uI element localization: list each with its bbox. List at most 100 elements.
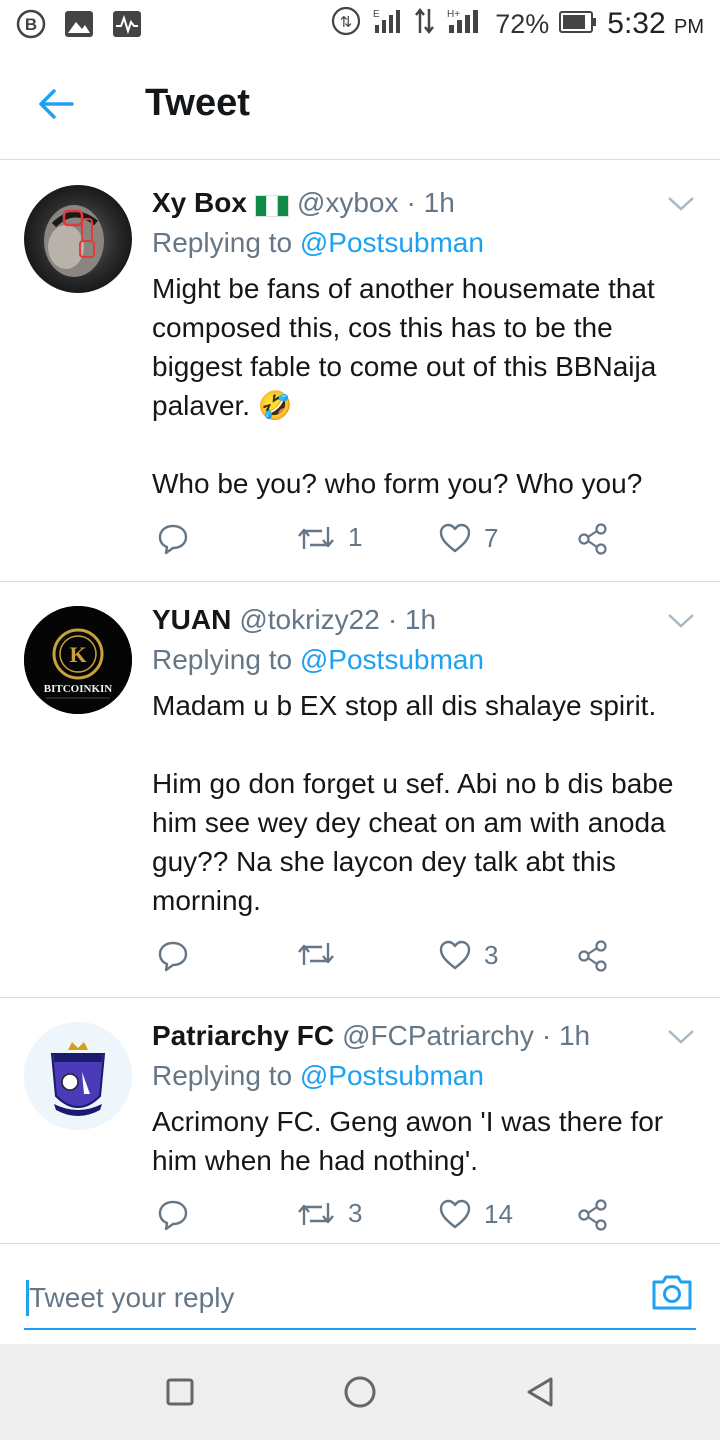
tweet-actions: 3: [152, 939, 622, 979]
arrow-left-icon: [39, 88, 74, 119]
retweet-button[interactable]: [296, 939, 348, 969]
replying-prefix: Replying to: [152, 644, 293, 675]
tweet-time: · 1h: [406, 187, 455, 218]
retweet-button[interactable]: 3: [296, 1198, 362, 1229]
reply-input[interactable]: Tweet your reply: [24, 1268, 696, 1330]
b-circle-icon: B: [16, 9, 46, 39]
share-icon: [578, 523, 607, 555]
top-app-bar: Tweet: [0, 48, 720, 160]
display-name[interactable]: YUAN: [152, 604, 231, 636]
tweet-actions: 3 14: [152, 1198, 622, 1238]
square-icon: [166, 1378, 194, 1406]
circle-icon: [344, 1376, 376, 1408]
replying-to: Replying to @Postsubman: [152, 644, 484, 676]
page-title: Tweet: [145, 82, 250, 124]
home-button[interactable]: [340, 1372, 380, 1412]
image-icon: [64, 9, 94, 39]
signal-e-icon: E: [371, 7, 405, 42]
replying-prefix: Replying to: [152, 227, 293, 258]
retweet-icon: [298, 526, 334, 549]
share-icon: [578, 940, 607, 972]
avatar[interactable]: K BITCOINKIN: [24, 606, 132, 714]
clock-time: 5:32: [607, 7, 666, 40]
signal-h-icon: H+: [445, 7, 485, 42]
retweet-button[interactable]: 1: [296, 522, 362, 553]
like-count: 14: [484, 1198, 513, 1229]
heart-icon: [439, 1199, 471, 1229]
battery-percent: 72%: [495, 8, 550, 39]
tweet-paragraph: Madam u b EX stop all dis shalaye spirit…: [152, 690, 657, 721]
mention-link[interactable]: @Postsubman: [300, 644, 484, 675]
like-button[interactable]: 3: [438, 939, 498, 971]
chevron-down-icon[interactable]: [666, 1027, 696, 1047]
tweet-item[interactable]: Xy Box @xybox · 1h Replying to @Postsubm…: [0, 161, 720, 582]
reply-button[interactable]: [156, 1198, 190, 1232]
tweet-header: Patriarchy FC @FCPatriarchy · 1h: [152, 1020, 700, 1052]
avatar[interactable]: [24, 1022, 132, 1130]
replying-prefix: Replying to: [152, 1060, 293, 1091]
display-name[interactable]: Patriarchy FC: [152, 1020, 334, 1052]
comment-icon: [158, 941, 188, 972]
replying-to: Replying to @Postsubman: [152, 1060, 484, 1092]
heart-icon: [439, 523, 471, 553]
tweet-item[interactable]: K BITCOINKIN YUAN @tokrizy22 · 1h Replyi…: [0, 582, 720, 998]
share-button[interactable]: [576, 1198, 610, 1232]
share-button[interactable]: [576, 939, 610, 973]
comment-icon: [158, 1200, 188, 1231]
retweet-count: 1: [348, 522, 363, 552]
camera-button[interactable]: [650, 1272, 694, 1312]
share-button[interactable]: [576, 522, 610, 556]
reply-button[interactable]: [156, 522, 190, 556]
back-nav-button[interactable]: [520, 1372, 560, 1412]
pulse-icon: [112, 9, 142, 39]
like-count: 3: [484, 939, 499, 970]
reply-composer: Tweet your reply: [0, 1246, 720, 1344]
comment-icon: [158, 524, 188, 555]
tweet-time: · 1h: [387, 604, 437, 635]
mention-link[interactable]: @Postsubman: [300, 227, 484, 258]
camera-icon: [652, 1275, 692, 1310]
tweet-paragraph: Who be you? who form you? Who you?: [152, 468, 643, 499]
retweet-icon: [298, 1202, 334, 1225]
reply-button[interactable]: [156, 939, 190, 973]
recents-button[interactable]: [160, 1372, 200, 1412]
tweet-paragraph: Acrimony FC. Geng awon 'I was there for …: [152, 1106, 664, 1176]
tweet-header: YUAN @tokrizy22 · 1h: [152, 604, 700, 636]
back-button[interactable]: [0, 48, 112, 160]
retweet-icon: [298, 943, 334, 965]
tweet-paragraph: Might be fans of another housemate that …: [152, 273, 657, 421]
user-handle[interactable]: @FCPatriarchy: [342, 1020, 534, 1052]
tweet-time: · 1h: [541, 1020, 591, 1051]
avatar-text: BITCOINKIN: [44, 683, 113, 695]
hotspot-icon: ⇅: [331, 6, 361, 43]
svg-text:B: B: [25, 15, 37, 34]
svg-text:⇅: ⇅: [340, 14, 353, 31]
display-name[interactable]: Xy Box: [152, 187, 247, 219]
tweet-text: Acrimony FC. Geng awon 'I was there for …: [152, 1102, 702, 1180]
like-count: 7: [484, 522, 499, 553]
tweet-header: Xy Box @xybox · 1h: [152, 187, 700, 219]
avatar[interactable]: [24, 185, 132, 293]
system-nav-bar: [0, 1344, 720, 1440]
status-bar: B ⇅ E H+ 72% 5:32 PM: [0, 0, 720, 48]
data-arrows-icon: [415, 7, 435, 42]
heart-icon: [439, 940, 471, 970]
share-icon: [578, 1199, 607, 1231]
chevron-down-icon[interactable]: [666, 611, 696, 631]
mention-link[interactable]: @Postsubman: [300, 1060, 484, 1091]
tweet-item[interactable]: Patriarchy FC @FCPatriarchy · 1h Replyin…: [0, 998, 720, 1244]
chevron-down-icon[interactable]: [666, 194, 696, 214]
like-button[interactable]: 7: [438, 522, 498, 554]
like-button[interactable]: 14: [438, 1198, 513, 1230]
svg-text:K: K: [69, 642, 86, 667]
tweet-actions: 1 7: [152, 522, 622, 562]
battery-icon: [559, 9, 597, 40]
svg-text:E: E: [373, 9, 380, 20]
tweet-text: Might be fans of another housemate that …: [152, 269, 702, 503]
user-handle[interactable]: @xybox: [297, 187, 399, 219]
tweet-paragraph: Him go don forget u sef. Abi no b dis ba…: [152, 768, 674, 916]
clock: 5:32 PM: [607, 7, 704, 41]
tweet-text: Madam u b EX stop all dis shalaye spirit…: [152, 686, 702, 920]
replying-to: Replying to @Postsubman: [152, 227, 484, 259]
user-handle[interactable]: @tokrizy22: [239, 604, 379, 636]
